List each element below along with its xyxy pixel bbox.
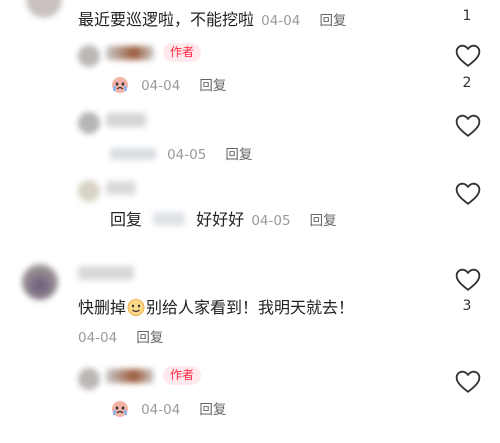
reply-button[interactable]: 回复: [199, 402, 226, 418]
heart-outline-icon[interactable]: [455, 44, 481, 68]
reply-button[interactable]: 回复: [310, 213, 337, 229]
reply-avatar[interactable]: [78, 368, 100, 390]
heart-outline-icon[interactable]: [455, 268, 481, 292]
reply-username[interactable]: [106, 46, 154, 60]
reply-username[interactable]: [106, 113, 146, 127]
reply-date: 04-05: [251, 213, 291, 229]
reply-username[interactable]: [106, 181, 136, 195]
author-badge: 作者: [163, 43, 202, 62]
reply-button[interactable]: 回复: [199, 78, 226, 94]
reply-username[interactable]: [106, 369, 154, 383]
like-count: 2: [462, 75, 472, 91]
like-count: 1: [462, 8, 472, 24]
reply-body: 好好好: [196, 210, 245, 229]
heart-outline-icon[interactable]: [455, 370, 481, 394]
comment-meta-row: 04-04 回复: [78, 326, 163, 346]
author-badge: 作者: [163, 366, 202, 385]
reply-prefix: 回复: [110, 210, 143, 229]
like-count: 3: [462, 298, 472, 314]
mentioned-user[interactable]: [153, 212, 186, 226]
commenter-username[interactable]: [78, 266, 134, 280]
reply-date: 04-05: [167, 147, 207, 163]
heart-outline-icon[interactable]: [455, 114, 481, 138]
reply-avatar[interactable]: [78, 112, 100, 134]
crying-face-emoji: [112, 77, 128, 93]
reply-button[interactable]: 回复: [225, 147, 252, 163]
blurred-content: [110, 148, 156, 160]
reply-avatar[interactable]: [78, 45, 100, 67]
reply-avatar[interactable]: [78, 180, 100, 202]
comment-body-end: 别给人家看到！我明天就去！: [146, 298, 355, 317]
reply-meta-row: 04-04 回复: [110, 74, 226, 94]
comment-text: 最近要巡逻啦，不能挖啦 04-04 回复: [78, 6, 346, 30]
reply-text-row: 回复 好好好 04-05 回复: [110, 206, 337, 230]
comment-body-start: 快删掉: [78, 298, 127, 317]
reply-button[interactable]: 回复: [136, 330, 163, 346]
heart-outline-icon[interactable]: [455, 182, 481, 206]
reply-date: 04-04: [141, 402, 181, 418]
comment-body: 最近要巡逻啦，不能挖啦: [78, 10, 255, 29]
reply-date: 04-04: [141, 78, 181, 94]
smile-emoji: [127, 299, 145, 316]
comment-text: 快删掉 别给人家看到！我明天就去！: [78, 294, 354, 318]
commenter-avatar[interactable]: [26, 0, 62, 18]
reply-meta-row: 04-04 回复: [110, 398, 226, 418]
comment-date: 04-04: [261, 13, 301, 29]
reply-meta-row: 04-05 回复: [110, 143, 252, 163]
reply-button[interactable]: 回复: [319, 13, 346, 29]
commenter-avatar[interactable]: [22, 264, 58, 300]
crying-face-emoji: [112, 401, 128, 417]
comment-date: 04-04: [78, 330, 118, 346]
